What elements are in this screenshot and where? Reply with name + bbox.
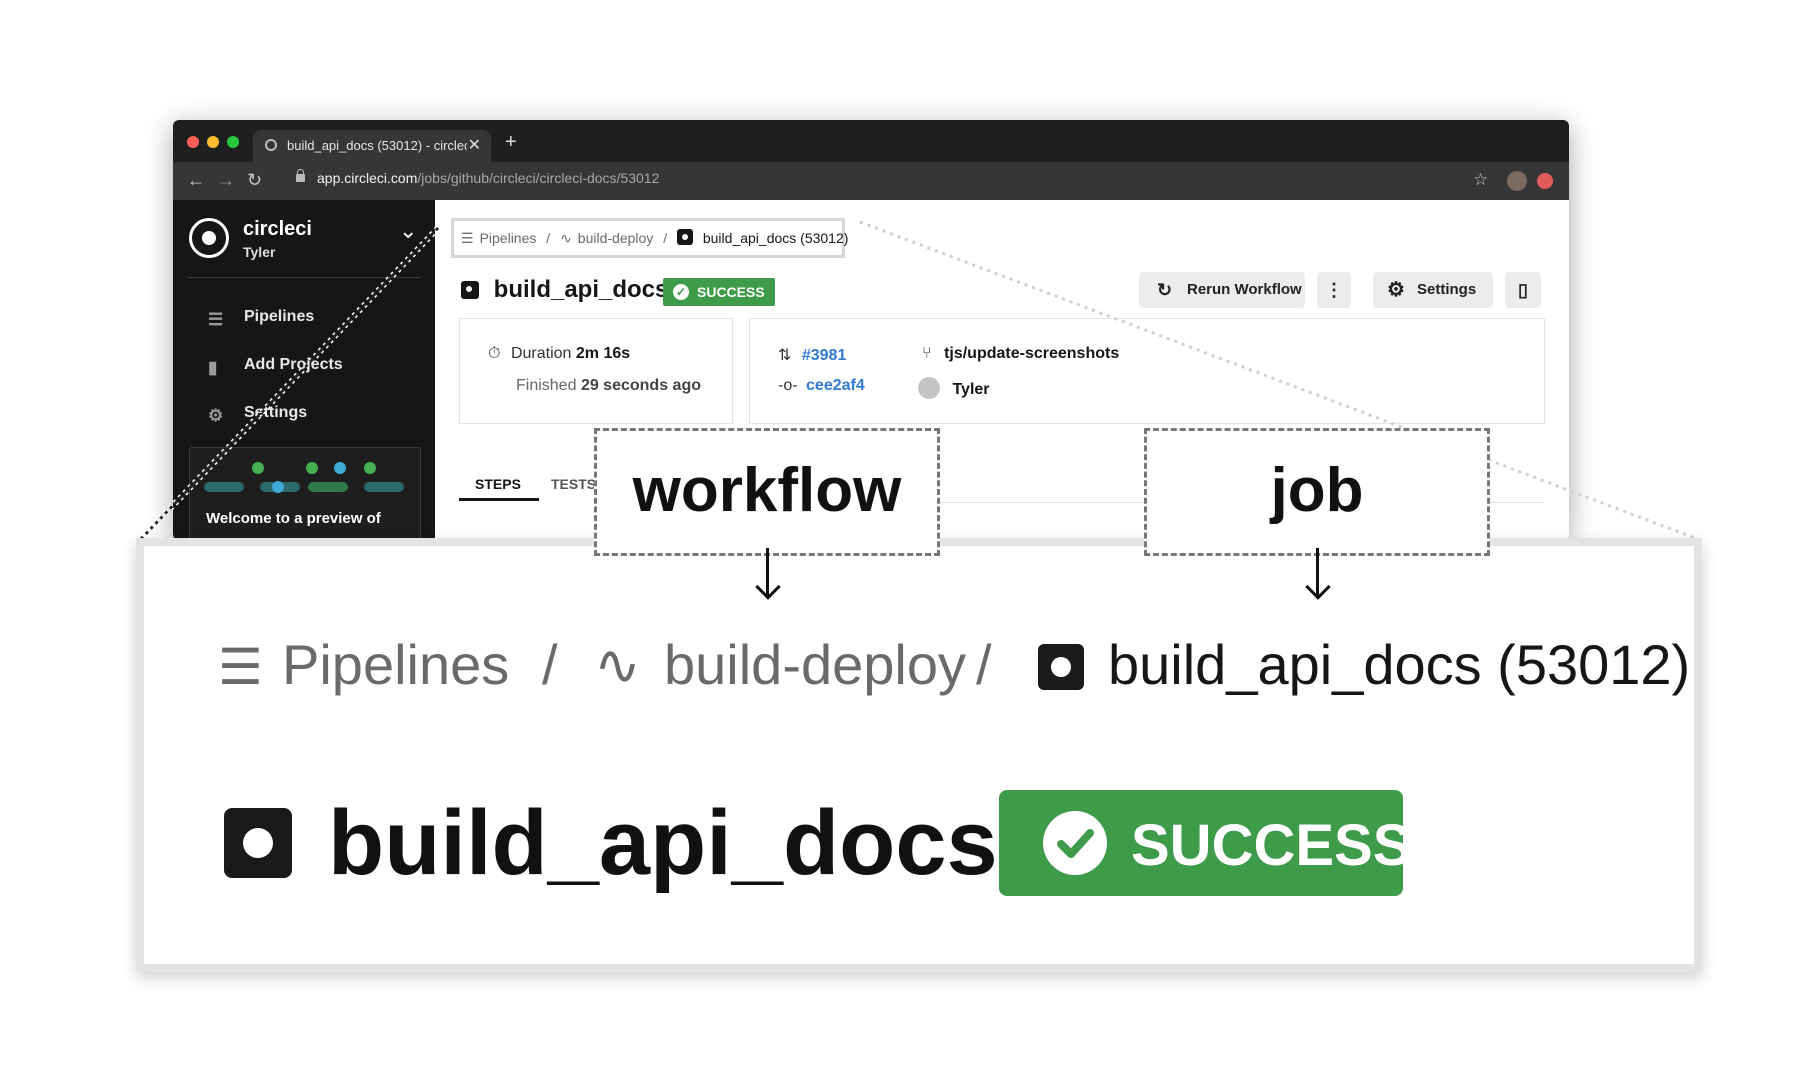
job-icon [224,808,292,878]
check-circle-icon [1043,811,1107,875]
zoom-panel: ☰ Pipelines / ∿ build-deploy / build_api… [136,538,1702,972]
zoom-breadcrumb-pipelines: Pipelines [282,633,510,696]
job-icon [1038,644,1084,690]
job-callout: job [1144,428,1490,556]
zoom-status-badge: SUCCESS [999,790,1411,896]
zoom-breadcrumb-job: build_api_docs (53012) [1108,633,1691,696]
pipelines-icon: ☰ [218,639,263,695]
zoom-job-title: build_api_docs [328,792,998,894]
workflow-icon: ∿ [594,633,641,696]
workflow-callout: workflow [594,428,940,556]
zoom-breadcrumb-workflow: build-deploy [664,633,966,696]
zoom-breadcrumb-separator: / [542,633,558,696]
zoom-breadcrumb-separator: / [976,633,992,696]
zoom-status-label: SUCCESS [1131,813,1412,878]
job-callout-label: job [1270,456,1364,525]
workflow-callout-label: workflow [632,456,902,525]
